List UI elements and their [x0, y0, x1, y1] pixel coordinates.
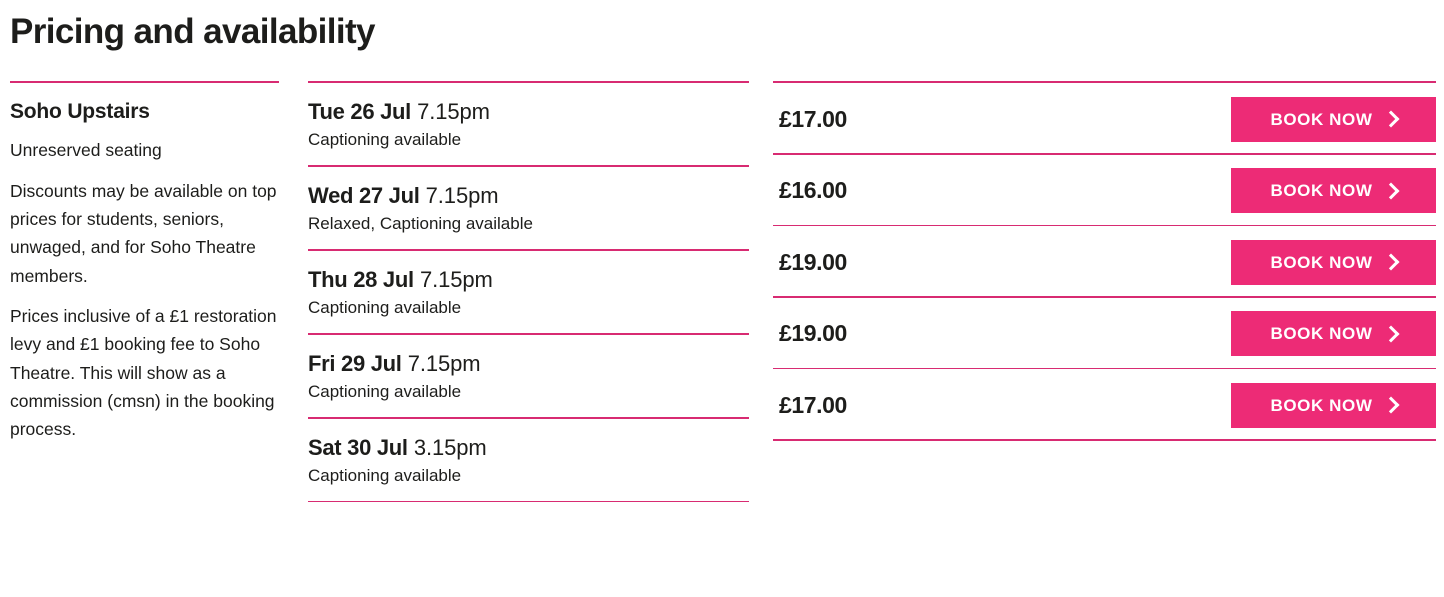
book-now-button[interactable]: BOOK NOW: [1231, 168, 1436, 213]
performance-date: Sat 30 Jul: [308, 434, 408, 460]
price-booking-row: £19.00 BOOK NOW: [773, 298, 1436, 369]
performance-when: Sat 30 Jul 3.15pm: [308, 435, 749, 460]
performance-time: 7.15pm: [407, 350, 481, 376]
price-booking-list: £17.00 BOOK NOW £16.00 BOOK NOW £19.00 B…: [773, 83, 1436, 502]
performance-time: 7.15pm: [417, 99, 490, 124]
book-now-label: BOOK NOW: [1270, 395, 1373, 415]
venue-note-discounts: Discounts may be available on top prices…: [10, 180, 277, 286]
chevron-right-icon: [1382, 253, 1400, 271]
venue-info: Soho Upstairs Unreserved seating Discoun…: [10, 83, 279, 502]
price-booking-row: £16.00 BOOK NOW: [773, 155, 1436, 226]
row-separator: [773, 439, 1436, 441]
performance-row: Thu 28 Jul 7.15pm Captioning available: [308, 251, 749, 335]
performance-when: Wed 27 Jul 7.15pm: [308, 183, 749, 208]
pricing-availability-section: Pricing and availability Soho Upstairs U…: [0, 0, 1444, 597]
performance-date: Thu 28 Jul: [308, 266, 414, 292]
performance-time: 7.15pm: [419, 266, 493, 292]
column-gap-3: [279, 83, 308, 502]
venue-note-seating: Unreserved seating: [10, 140, 162, 161]
performance-row: Fri 29 Jul 7.15pm Captioning available: [308, 335, 749, 419]
performance-when: Thu 28 Jul 7.15pm: [308, 267, 749, 292]
performance-row: Wed 27 Jul 7.15pm Relaxed, Captioning av…: [308, 167, 749, 251]
performance-row: Sat 30 Jul 3.15pm Captioning available: [308, 419, 749, 503]
venue-name: Soho Upstairs: [10, 100, 150, 123]
availability-grid: Soho Upstairs Unreserved seating Discoun…: [10, 81, 1436, 503]
price: £16.00: [779, 177, 847, 203]
chevron-right-icon: [1382, 110, 1400, 128]
performance-row: Tue 26 Jul 7.15pm Captioning available: [308, 83, 749, 167]
chevron-right-icon: [1382, 325, 1400, 342]
book-now-label: BOOK NOW: [1270, 109, 1373, 129]
performance-note: Captioning available: [308, 298, 462, 318]
book-now-label: BOOK NOW: [1270, 181, 1373, 200]
chevron-right-icon: [1382, 182, 1400, 199]
performance-note: Captioning available: [308, 130, 462, 150]
book-now-label: BOOK NOW: [1270, 324, 1373, 343]
column-gap-4: [749, 83, 773, 502]
book-now-button[interactable]: BOOK NOW: [1231, 239, 1436, 285]
book-now-label: BOOK NOW: [1270, 252, 1373, 272]
performance-date: Fri 29 Jul: [308, 350, 402, 376]
book-now-button[interactable]: BOOK NOW: [1231, 311, 1436, 356]
price-booking-row: £17.00 BOOK NOW: [773, 369, 1436, 441]
price: £19.00: [779, 248, 847, 275]
performance-list: Tue 26 Jul 7.15pm Captioning available W…: [308, 83, 749, 503]
chevron-right-icon: [1382, 396, 1400, 414]
performance-time: 7.15pm: [425, 182, 499, 208]
page-title: Pricing and availability: [10, 12, 376, 51]
book-now-button[interactable]: BOOK NOW: [1231, 382, 1436, 428]
performance-note: Captioning available: [308, 381, 462, 401]
performance-when: Tue 26 Jul 7.15pm: [308, 99, 749, 124]
venue-note-fees: Prices inclusive of a £1 restoration lev…: [10, 305, 277, 440]
book-now-button[interactable]: BOOK NOW: [1231, 96, 1436, 142]
performance-date: Tue 26 Jul: [308, 99, 411, 124]
price: £17.00: [779, 391, 847, 418]
performance-time: 3.15pm: [413, 434, 487, 460]
price: £19.00: [779, 320, 847, 346]
price-booking-row: £19.00 BOOK NOW: [773, 226, 1436, 298]
performance-note: Relaxed, Captioning available: [308, 214, 533, 234]
price-booking-row: £17.00 BOOK NOW: [773, 83, 1436, 155]
price: £17.00: [779, 105, 847, 132]
performance-note: Captioning available: [308, 465, 462, 485]
row-separator: [308, 500, 749, 503]
performance-when: Fri 29 Jul 7.15pm: [308, 351, 749, 376]
performance-date: Wed 27 Jul: [308, 182, 420, 208]
